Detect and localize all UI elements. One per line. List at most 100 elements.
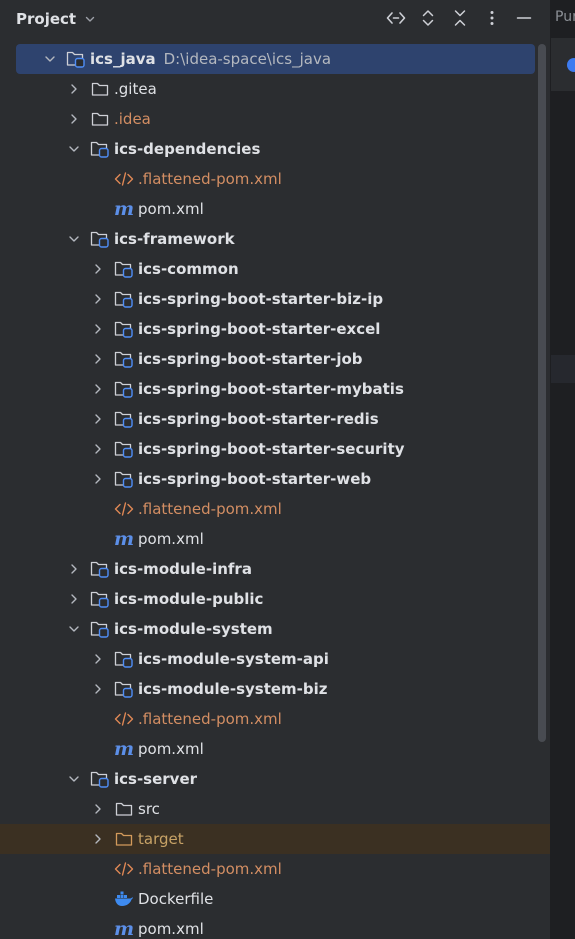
tree-item-ics-module-infra[interactable]: ics-module-infra	[0, 554, 550, 584]
chevron-right-icon[interactable]	[90, 321, 106, 337]
tree-item-ics-spring-boot-starter-redis[interactable]: ics-spring-boot-starter-redis	[0, 404, 550, 434]
tree-item-label: pom.xml	[138, 530, 204, 548]
xml-file-icon	[114, 169, 134, 189]
tree-item-ics-server[interactable]: ics-server	[0, 764, 550, 794]
project-tree: ics_java D:\idea-space\ics_java .gitea .ide…	[0, 44, 550, 939]
module-folder-icon	[90, 139, 110, 159]
tree-item-ics-module-system-biz[interactable]: ics-module-system-biz	[0, 674, 550, 704]
tree-item-ics-spring-boot-starter-job[interactable]: ics-spring-boot-starter-job	[0, 344, 550, 374]
tree-item-label: ics-common	[138, 260, 239, 278]
chevron-right-icon[interactable]	[90, 441, 106, 457]
chevron-right-icon[interactable]	[90, 681, 106, 697]
module-folder-icon	[90, 589, 110, 609]
chevron-down-icon[interactable]	[66, 231, 82, 247]
editor-area: Pur	[551, 0, 575, 939]
chevron-down-icon[interactable]	[66, 771, 82, 787]
tree-item-flattened-pom-xml[interactable]: .flattened-pom.xml	[0, 494, 550, 524]
tree-item-gitea[interactable]: .gitea	[0, 74, 550, 104]
module-folder-icon	[114, 679, 134, 699]
chevron-right-icon[interactable]	[66, 81, 82, 97]
tree-item-ics-spring-boot-starter-mybatis[interactable]: ics-spring-boot-starter-mybatis	[0, 374, 550, 404]
chevron-right-icon[interactable]	[90, 831, 106, 847]
tree-item-ics-spring-boot-starter-web[interactable]: ics-spring-boot-starter-web	[0, 464, 550, 494]
chevron-right-icon[interactable]	[90, 291, 106, 307]
tree-item-label: .flattened-pom.xml	[138, 170, 282, 188]
chevron-right-icon[interactable]	[90, 801, 106, 817]
folder-icon	[114, 799, 134, 819]
module-folder-icon	[114, 349, 134, 369]
tree-item-label: .gitea	[114, 80, 157, 98]
module-folder-icon	[90, 619, 110, 639]
tree-item-target[interactable]: target	[0, 824, 550, 854]
chevron-down-icon[interactable]	[42, 51, 58, 67]
tree-item-label: .flattened-pom.xml	[138, 500, 282, 518]
maven-icon: m	[113, 918, 135, 939]
project-panel: Project ics_java D:\idea-space\ics_java …	[0, 0, 550, 939]
module-folder-icon	[114, 379, 134, 399]
chevron-right-icon[interactable]	[90, 411, 106, 427]
info-icon[interactable]	[567, 58, 575, 72]
tree-item-ics-framework[interactable]: ics-framework	[0, 224, 550, 254]
editor-tab[interactable]: Pur	[555, 9, 575, 25]
tree-item-label: ics-spring-boot-starter-web	[138, 470, 372, 488]
tree-item-src[interactable]: src	[0, 794, 550, 824]
tree-item-label: ics-spring-boot-starter-job	[138, 350, 363, 368]
tree-item-ics-java[interactable]: ics_java D:\idea-space\ics_java	[0, 44, 550, 74]
collapse-all-icon[interactable]	[444, 6, 476, 30]
tree-item-ics-dependencies[interactable]: ics-dependencies	[0, 134, 550, 164]
tree-item-pom-xml[interactable]: m pom.xml	[0, 524, 550, 554]
tree-item-ics-spring-boot-starter-excel[interactable]: ics-spring-boot-starter-excel	[0, 314, 550, 344]
tree-item-idea[interactable]: .idea	[0, 104, 550, 134]
tree-item-flattened-pom-xml[interactable]: .flattened-pom.xml	[0, 704, 550, 734]
chevron-down-icon[interactable]	[66, 621, 82, 637]
tree-item-label: ics-server	[114, 770, 198, 788]
tree-item-ics-module-public[interactable]: ics-module-public	[0, 584, 550, 614]
minimize-icon[interactable]	[508, 6, 540, 30]
tree-item-ics-spring-boot-starter-biz-ip[interactable]: ics-spring-boot-starter-biz-ip	[0, 284, 550, 314]
tree-item-label: ics-module-system-biz	[138, 680, 328, 698]
docker-icon	[114, 889, 134, 909]
tree-item-label: ics-module-system-api	[138, 650, 329, 668]
chevron-right-icon[interactable]	[66, 561, 82, 577]
module-folder-icon	[90, 769, 110, 789]
tree-item-pom-xml[interactable]: m pom.xml	[0, 734, 550, 764]
folder-icon	[90, 79, 110, 99]
tree-item-label: Dockerfile	[138, 890, 214, 908]
chevron-right-icon[interactable]	[90, 651, 106, 667]
chevron-right-icon[interactable]	[66, 111, 82, 127]
tree-item-flattened-pom-xml[interactable]: .flattened-pom.xml	[0, 164, 550, 194]
module-folder-icon	[114, 469, 134, 489]
tree-item-label: pom.xml	[138, 200, 204, 218]
tree-item-ics-module-system-api[interactable]: ics-module-system-api	[0, 644, 550, 674]
folder-icon	[90, 109, 110, 129]
chevron-right-icon[interactable]	[90, 471, 106, 487]
tree-item-dockerfile[interactable]: Dockerfile	[0, 884, 550, 914]
chevron-right-icon[interactable]	[90, 261, 106, 277]
project-path: D:\idea-space\ics_java	[163, 50, 332, 68]
module-folder-icon	[114, 319, 134, 339]
module-folder-icon	[66, 49, 86, 69]
tree-item-ics-common[interactable]: ics-common	[0, 254, 550, 284]
tree-item-ics-module-system[interactable]: ics-module-system	[0, 614, 550, 644]
tree-item-label: ics_java	[90, 50, 156, 68]
chevron-down-icon[interactable]	[66, 141, 82, 157]
chevron-right-icon[interactable]	[66, 591, 82, 607]
tree-item-label: ics-spring-boot-starter-mybatis	[138, 380, 404, 398]
tree-item-label: pom.xml	[138, 740, 204, 758]
locate-icon[interactable]	[380, 6, 412, 30]
project-view-selector[interactable]: Project	[16, 8, 96, 30]
chevron-right-icon[interactable]	[90, 381, 106, 397]
tree-item-ics-spring-boot-starter-security[interactable]: ics-spring-boot-starter-security	[0, 434, 550, 464]
tree-item-label: pom.xml	[138, 920, 204, 938]
tree-item-pom-xml[interactable]: m pom.xml	[0, 914, 550, 939]
tree-item-label: ics-module-infra	[114, 560, 252, 578]
tree-item-label: ics-dependencies	[114, 140, 261, 158]
chevron-right-icon[interactable]	[90, 351, 106, 367]
xml-file-icon	[114, 499, 134, 519]
tree-item-flattened-pom-xml[interactable]: .flattened-pom.xml	[0, 854, 550, 884]
tree-item-label: ics-framework	[114, 230, 235, 248]
more-options-icon[interactable]	[476, 6, 508, 30]
tree-scrollbar[interactable]	[538, 44, 546, 742]
expand-all-icon[interactable]	[412, 6, 444, 30]
tree-item-pom-xml[interactable]: m pom.xml	[0, 194, 550, 224]
